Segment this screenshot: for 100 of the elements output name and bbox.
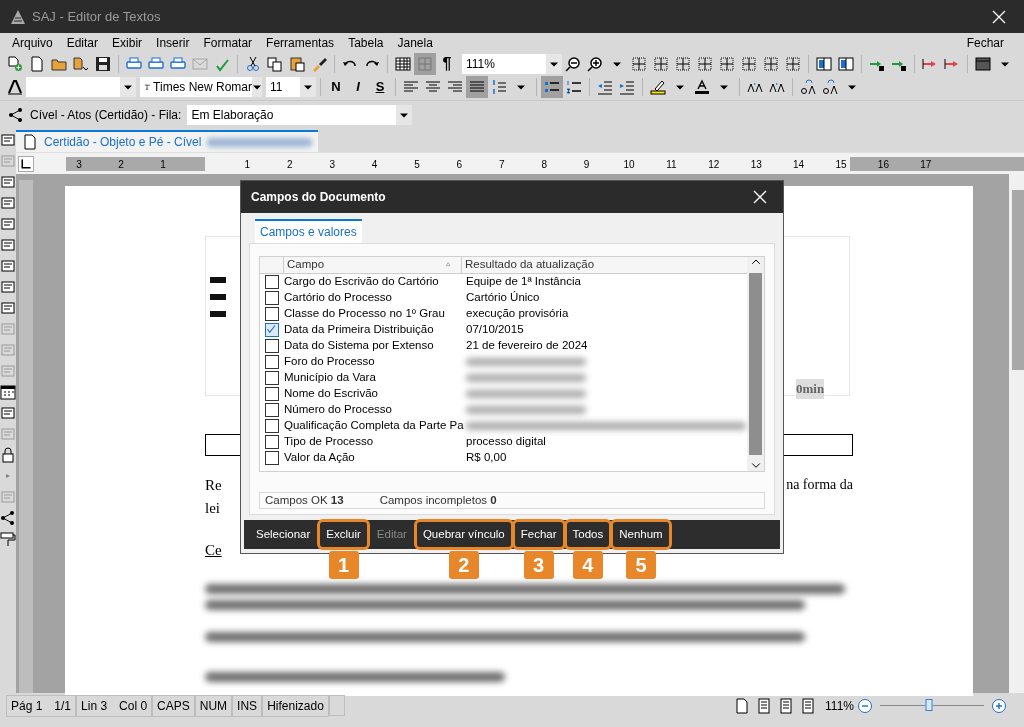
checkbox[interactable] [265,275,279,289]
dialog-button[interactable]: Todos [566,521,610,548]
checkbox[interactable] [265,307,279,321]
zoom-out-icon[interactable] [565,55,581,72]
menu-item[interactable]: Janela [397,33,433,52]
checkbox[interactable] [265,419,279,433]
close-document-menu[interactable]: Fechar [966,33,1004,52]
printer-icon[interactable] [126,55,142,72]
scrollbar-thumb[interactable] [1012,190,1024,370]
border-icon[interactable] [719,55,735,72]
menu-item[interactable]: Formatar [203,33,253,52]
printer-icon[interactable] [170,55,186,72]
outdent-icon[interactable] [597,78,613,95]
page-view-icon[interactable] [756,697,773,714]
caret-icon[interactable] [847,83,857,90]
menu-item[interactable]: Exibir [112,33,143,52]
checkbox[interactable] [265,323,279,337]
page-icon[interactable] [29,55,45,72]
text-style-icon[interactable] [7,78,23,95]
tab-stop-icon[interactable] [20,157,32,170]
document-icon[interactable] [0,174,16,190]
highlighter-icon[interactable] [650,78,666,95]
queue-select[interactable]: Em Elaboração [187,104,413,125]
document-icon[interactable] [0,300,16,316]
font-size-combo[interactable]: 11 [266,76,316,97]
change-case-icon[interactable] [800,78,816,95]
lock-icon[interactable] [0,447,16,463]
paragraph-mark-button[interactable]: ¶ [436,51,458,76]
bold-button[interactable]: N [325,76,347,97]
italic-button[interactable]: I [347,76,369,97]
share-icon[interactable] [0,510,16,526]
clipboard-icon[interactable] [289,55,305,72]
scrollbar-thumb[interactable] [749,273,762,455]
menu-item[interactable]: Editar [66,33,99,52]
font-color-icon[interactable] [694,78,710,95]
line-spacing-icon[interactable] [491,78,507,95]
strikethrough-button[interactable]: S [369,76,391,97]
checkbox[interactable] [265,451,279,465]
checkbox[interactable] [265,339,279,353]
indent-icon[interactable] [619,78,635,95]
document-icon[interactable] [0,216,16,232]
page-view-icon[interactable] [800,697,817,714]
dialog-button[interactable]: Excluir [320,521,367,548]
align-center-icon[interactable] [425,78,441,95]
tab[interactable]: Campos e valores [255,219,362,243]
menu-item[interactable]: Inserir [156,33,190,52]
dialog-button[interactable]: Quebrar vínculo [416,521,511,548]
justify-button[interactable] [466,75,488,98]
checkbox[interactable] [265,387,279,401]
caret-icon[interactable] [675,83,685,90]
dialog-button[interactable]: Nenhum [613,521,669,548]
border-icon[interactable] [675,55,691,72]
border-icon[interactable] [785,55,801,72]
dialog-button[interactable]: Fechar [514,521,563,548]
border-icon[interactable] [741,55,757,72]
document-icon[interactable] [0,132,16,148]
split-cells-icon[interactable] [816,55,832,72]
caret-icon[interactable] [612,60,622,67]
split-cells-icon[interactable] [838,55,854,72]
new-document-icon[interactable] [7,55,23,72]
menu-item[interactable]: Arquivo [12,33,53,52]
caret-icon[interactable] [719,83,729,90]
document-icon[interactable] [0,405,16,421]
table-format-icon[interactable] [975,55,991,72]
checkbox[interactable] [265,435,279,449]
border-icon[interactable] [631,55,647,72]
border-icon[interactable] [653,55,669,72]
checkbox[interactable] [265,371,279,385]
checkbox[interactable] [265,403,279,417]
font-combo[interactable]: Times New Romar [140,76,262,97]
paint-roller-icon[interactable] [0,531,16,547]
page-view-icon[interactable] [778,697,795,714]
border-icon[interactable] [763,55,779,72]
checkbox[interactable] [265,355,279,369]
column-header[interactable]: Campo [287,256,325,274]
document-icon[interactable] [0,279,16,295]
border-icon[interactable] [697,55,713,72]
scissors-icon[interactable] [245,55,261,72]
zoom-slider-thumb[interactable] [925,699,933,711]
document-icon[interactable] [0,237,16,253]
numbered-list-icon[interactable] [566,78,582,95]
document-icon[interactable] [0,195,16,211]
document-tab[interactable]: Certidão - Objeto e Pé - Cível [16,130,319,152]
calendar-icon[interactable] [0,384,16,400]
column-header[interactable]: Resultado da atualização [462,256,595,274]
checkbox[interactable] [265,291,279,305]
align-right-icon[interactable] [447,78,463,95]
caret-icon[interactable] [516,83,526,90]
zoom-in-icon[interactable] [587,55,603,72]
folder-arrow-icon[interactable] [73,55,89,72]
caret-icon[interactable] [1000,60,1010,67]
change-case-icon[interactable] [822,78,838,95]
align-left-icon[interactable] [403,78,419,95]
menu-item[interactable]: Tabela [348,33,384,52]
bullet-list-button[interactable] [541,75,563,98]
copy-icon[interactable] [267,55,283,72]
printer-icon[interactable] [148,55,164,72]
brush-icon[interactable] [311,55,327,72]
table-icon[interactable] [395,55,411,72]
dialog-button[interactable]: Selecionar [250,521,317,548]
